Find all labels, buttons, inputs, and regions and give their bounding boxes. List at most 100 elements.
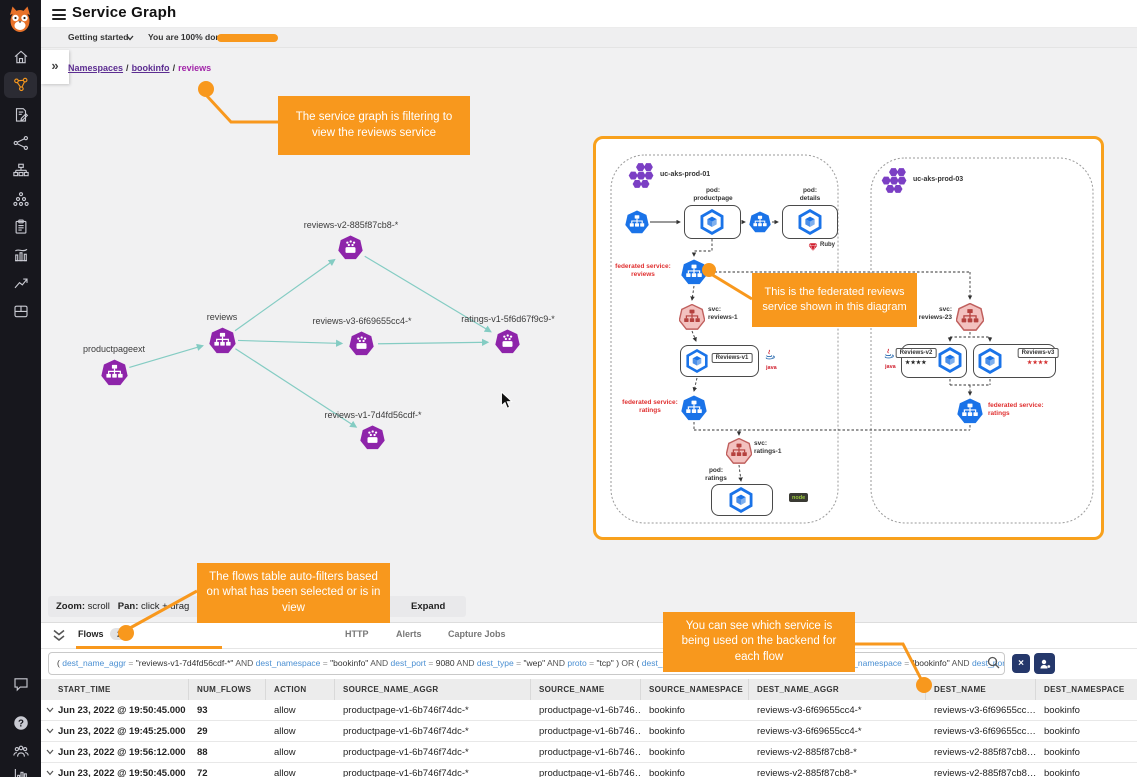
getting-started-dropdown[interactable]: Getting started xyxy=(68,32,128,42)
graph-node-label: reviews-v1-7d4fd56cdf-* xyxy=(293,410,453,420)
table-row[interactable]: Jun 23, 2022 @ 19:50:45.00072allowproduc… xyxy=(41,763,1137,777)
query-token: ( xyxy=(637,658,640,668)
query-token: 9080 xyxy=(436,658,455,668)
flows-filter-query-input[interactable]: ( dest_name_aggr = "reviews-v1-7d4fd56cd… xyxy=(48,652,1005,675)
ruby-icon xyxy=(808,239,818,257)
sidebar-item-home[interactable] xyxy=(4,44,37,70)
page-title: Service Graph xyxy=(72,4,176,21)
column-header-source_name_aggr[interactable]: SOURCE_NAME_AGGR xyxy=(335,679,531,700)
pod-icon xyxy=(937,347,963,378)
diagram-label: Ruby xyxy=(820,242,835,250)
breadcrumb-bookinfo[interactable]: bookinfo xyxy=(132,63,170,73)
sidebar-item-cluster[interactable] xyxy=(4,186,37,212)
cluster-icon xyxy=(627,162,654,194)
callout-federated-reviews: This is the federated reviews service sh… xyxy=(752,273,917,327)
column-header-dest_namespace[interactable]: DEST_NAMESPACE xyxy=(1036,679,1137,700)
sidebar-item-compliance[interactable] xyxy=(4,214,37,240)
flows-table: START_TIMENUM_FLOWSACTIONSOURCE_NAME_AGG… xyxy=(41,679,1137,777)
sidebar-item-policies[interactable] xyxy=(4,102,37,128)
diagram-label: svc: reviews-23 xyxy=(919,306,952,323)
sidebar-item-service-graph[interactable] xyxy=(4,72,37,98)
getting-started-bar: Getting started You are 100% done xyxy=(41,28,1137,48)
table-cell: bookinfo xyxy=(1036,742,1137,763)
hamburger-menu-icon[interactable] xyxy=(52,9,66,23)
table-cell: 72 xyxy=(189,763,266,777)
nodejs-badge: node xyxy=(789,493,808,502)
row-expand-chevron-icon[interactable] xyxy=(46,770,54,776)
table-row[interactable]: Jun 23, 2022 @ 19:50:45.00093allowproduc… xyxy=(41,700,1137,721)
table-cell: productpage-v1-6b746f74dc-* xyxy=(335,742,531,763)
table-cell: reviews-v3-6f69655cc… xyxy=(926,721,1036,742)
tab-flows[interactable]: Flows xyxy=(78,629,104,639)
clear-filter-button[interactable]: × xyxy=(1012,654,1030,673)
graph-node-productpageext[interactable] xyxy=(101,359,128,391)
federated-service-icon xyxy=(957,398,983,429)
tab-http[interactable]: HTTP xyxy=(345,629,369,639)
column-header-action[interactable]: ACTION xyxy=(266,679,335,700)
column-header-source_name[interactable]: SOURCE_NAME xyxy=(531,679,641,700)
table-cell: 29 xyxy=(189,721,266,742)
graph-node-ratings-v1[interactable] xyxy=(495,329,520,359)
breadcrumb-namespaces[interactable]: Namespaces xyxy=(68,63,123,73)
collapse-panel-icon[interactable] xyxy=(52,629,66,642)
column-header-num_flows[interactable]: NUM_FLOWS xyxy=(189,679,266,700)
graph-node-label: productpageext xyxy=(34,344,194,354)
sidebar-item-stats[interactable] xyxy=(4,762,37,777)
query-token: "bookinfo" xyxy=(330,658,368,668)
query-token: proto xyxy=(567,658,586,668)
flows-panel: Flows 20 HTTP Alerts Capture Jobs ( dest… xyxy=(41,622,1137,777)
pod-icon xyxy=(699,209,725,240)
tab-alerts[interactable]: Alerts xyxy=(396,629,422,639)
graph-node-reviews-v2[interactable] xyxy=(338,235,363,265)
sidebar-item-users[interactable] xyxy=(4,738,37,764)
query-token: AND xyxy=(952,658,970,668)
row-expand-chevron-icon[interactable] xyxy=(46,728,54,734)
svc-icon xyxy=(726,438,752,469)
diagram-connectors xyxy=(596,139,1101,537)
panel-expander-button[interactable]: » xyxy=(41,50,69,84)
column-header-source_namespace[interactable]: SOURCE_NAMESPACE xyxy=(641,679,749,700)
graph-node-label: reviews-v3-6f69655cc4-* xyxy=(282,316,442,326)
query-token: "reviews-v1-7d4fd56cdf-*" xyxy=(136,658,234,668)
progress-text: You are 100% done xyxy=(148,32,225,42)
chevron-down-icon xyxy=(126,35,134,41)
column-header-dest_name_aggr[interactable]: DEST_NAME_AGGR xyxy=(749,679,926,700)
sidebar-item-chat[interactable] xyxy=(4,671,37,697)
policy-glyph xyxy=(12,106,30,124)
table-cell: 88 xyxy=(189,742,266,763)
search-icon[interactable] xyxy=(987,656,1000,669)
row-expand-chevron-icon[interactable] xyxy=(46,707,54,713)
sidebar-item-activity[interactable] xyxy=(4,242,37,268)
table-cell: Jun 23, 2022 @ 19:50:45.000 xyxy=(41,763,189,777)
query-token: ( xyxy=(57,658,60,668)
graph-node-reviews-v1[interactable] xyxy=(360,425,385,455)
table-cell: Jun 23, 2022 @ 19:50:45.000 xyxy=(41,700,189,721)
sidebar-item-trends[interactable] xyxy=(4,270,37,296)
query-token: dest_type xyxy=(477,658,514,668)
tab-capture-jobs[interactable]: Capture Jobs xyxy=(448,629,506,639)
diagram-label: pod: ratings xyxy=(705,467,727,484)
graph-node-reviews[interactable] xyxy=(209,327,236,359)
sidebar-item-help[interactable]: ? xyxy=(4,710,37,736)
query-token: ) xyxy=(616,658,619,668)
query-token: = xyxy=(589,658,594,668)
help-glyph: ? xyxy=(12,714,30,732)
query-token: = xyxy=(904,658,909,668)
service-graph-app: ? Service Graph Getting started You are … xyxy=(0,0,1137,777)
column-header-dest_name[interactable]: DEST_NAME xyxy=(926,679,1036,700)
table-row[interactable]: Jun 23, 2022 @ 19:56:12.00088allowproduc… xyxy=(41,742,1137,763)
query-token: "wep" xyxy=(523,658,545,668)
sidebar-item-network[interactable] xyxy=(4,130,37,156)
diagram-label: svc: reviews-1 xyxy=(708,306,738,323)
sidebar-item-nodes[interactable] xyxy=(4,158,37,184)
tigera-logo[interactable] xyxy=(5,4,35,34)
table-row[interactable]: Jun 23, 2022 @ 19:45:25.00029allowproduc… xyxy=(41,721,1137,742)
column-header-start_time[interactable]: START_TIME xyxy=(41,679,189,700)
query-token: = xyxy=(428,658,433,668)
diagram-label: ★★★★ xyxy=(1027,360,1049,367)
graph-node-reviews-v3[interactable] xyxy=(349,331,374,361)
user-filter-button[interactable] xyxy=(1034,653,1055,674)
row-expand-chevron-icon[interactable] xyxy=(46,749,54,755)
sidebar-item-storage[interactable] xyxy=(4,298,37,324)
diagram-connector xyxy=(694,378,697,391)
